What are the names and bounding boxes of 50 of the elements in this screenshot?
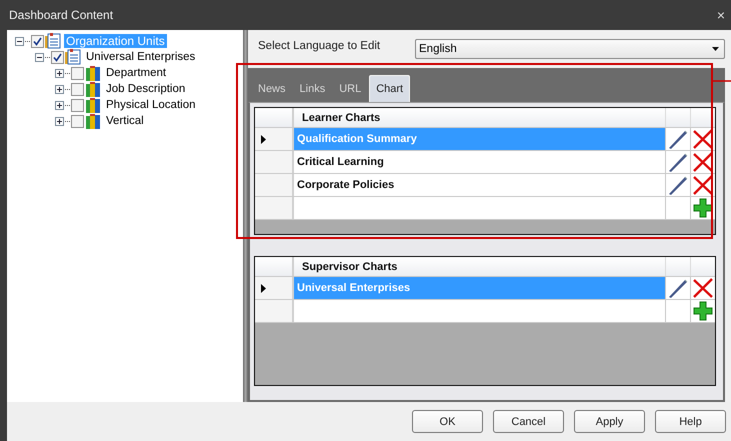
expander-icon[interactable]	[55, 100, 64, 110]
pencil-icon[interactable]	[667, 278, 689, 298]
expander-icon[interactable]	[55, 116, 64, 126]
dialog-button[interactable]: OK	[412, 410, 483, 433]
delete-icon[interactable]	[692, 152, 714, 172]
expander-icon[interactable]	[55, 68, 64, 78]
dropdown-arrow-icon	[712, 47, 719, 51]
pencil-icon[interactable]	[667, 152, 689, 172]
dialog-button[interactable]: Apply	[574, 410, 645, 433]
column-header: Supervisor Charts	[301, 260, 398, 274]
row-header[interactable]	[255, 128, 294, 150]
language-dropdown[interactable]: English	[415, 39, 725, 59]
pencil-icon[interactable]	[667, 175, 689, 195]
checkbox[interactable]	[71, 66, 84, 80]
add-icon[interactable]	[693, 301, 713, 321]
list-document-icon	[65, 49, 81, 65]
tree-item[interactable]: Physical Location	[104, 99, 198, 111]
tab[interactable]: Links	[294, 75, 332, 102]
add-icon[interactable]	[693, 198, 713, 218]
pencil-icon[interactable]	[667, 129, 689, 149]
tab[interactable]: URL	[333, 75, 368, 102]
expander-icon[interactable]	[15, 36, 24, 46]
list-document-icon	[45, 33, 61, 49]
checkbox[interactable]	[31, 34, 44, 48]
window-title: Dashboard Content	[9, 8, 114, 22]
tab[interactable]: Chart	[369, 75, 410, 102]
dialog-button[interactable]: Cancel	[493, 410, 564, 433]
delete-icon[interactable]	[692, 129, 714, 149]
delete-icon[interactable]	[692, 278, 714, 298]
checkbox[interactable]	[51, 50, 64, 64]
tree-item[interactable]: Universal Enterprises	[84, 51, 198, 63]
tree-item[interactable]: Job Description	[104, 83, 188, 95]
tree-item[interactable]: Department	[104, 67, 168, 79]
language-label: Select Language to Edit	[258, 40, 382, 52]
tab[interactable]: News	[252, 75, 292, 102]
books-icon	[85, 65, 101, 81]
column-header: Learner Charts	[301, 110, 382, 126]
dialog-button[interactable]: Help	[655, 410, 726, 433]
tree-item[interactable]: Vertical	[104, 115, 146, 127]
checkbox[interactable]	[71, 114, 84, 128]
checkbox[interactable]	[71, 82, 84, 96]
close-button[interactable]: ×	[710, 7, 731, 23]
expander-icon[interactable]	[35, 52, 44, 62]
delete-icon[interactable]	[692, 175, 714, 195]
expander-icon[interactable]	[55, 84, 64, 94]
books-icon	[85, 113, 101, 129]
checkbox[interactable]	[71, 98, 84, 112]
row-header[interactable]	[255, 277, 294, 299]
books-icon	[85, 81, 101, 97]
books-icon	[85, 97, 101, 113]
